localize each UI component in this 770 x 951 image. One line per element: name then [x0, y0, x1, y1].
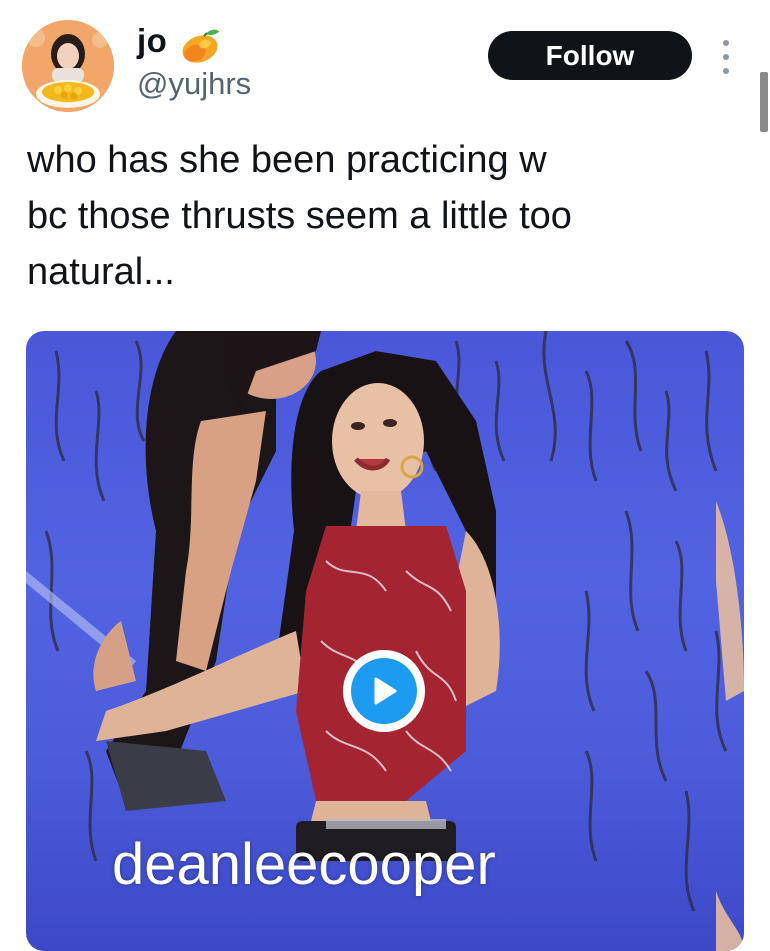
dot: [723, 68, 729, 74]
more-dots-icon[interactable]: [715, 40, 737, 74]
dot: [723, 54, 729, 60]
avatar[interactable]: [22, 20, 114, 112]
scrollbar-thumb[interactable]: [760, 72, 768, 132]
user-handle[interactable]: @yujhrs: [137, 66, 251, 102]
tweet-video[interactable]: deanleecooper: [26, 331, 744, 951]
tweet-text: who has she been practicing w bc those t…: [27, 139, 572, 293]
follow-button[interactable]: Follow: [488, 31, 692, 80]
avatar-image: [22, 20, 114, 112]
play-icon-circle: [351, 658, 417, 724]
mango-icon: [182, 29, 219, 63]
video-watermark: deanleecooper: [112, 832, 496, 897]
dot: [723, 40, 729, 46]
display-name[interactable]: jo: [137, 22, 167, 60]
play-button[interactable]: [343, 650, 425, 732]
play-icon: [374, 677, 397, 705]
